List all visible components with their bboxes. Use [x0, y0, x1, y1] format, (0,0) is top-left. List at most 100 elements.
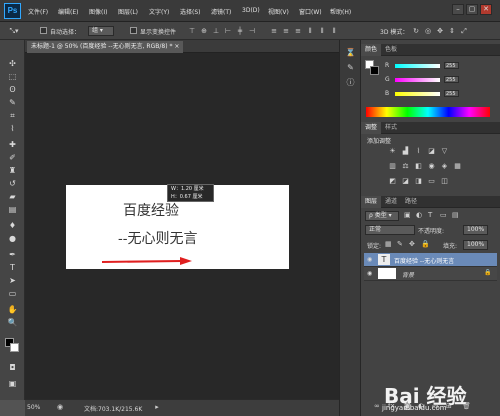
canvas-text-line2[interactable]: --无心则无言	[118, 228, 197, 248]
visibility-eye-icon[interactable]: ◉	[367, 270, 372, 277]
distribute-right-icon[interactable]: ⦀	[328, 26, 340, 36]
menu-filter[interactable]: 滤镜(T)	[211, 7, 231, 16]
filter-pixel-icon[interactable]: ▣	[404, 211, 411, 219]
exposure-adjust-icon[interactable]: ◪	[427, 147, 436, 155]
menu-help[interactable]: 帮助(H)	[330, 7, 351, 16]
pen-tool-icon[interactable]: ✒	[6, 249, 19, 260]
move-tool-icon[interactable]: ✣	[6, 58, 19, 69]
show-transform-checkbox[interactable]	[130, 27, 137, 34]
curves-adjust-icon[interactable]: ⌇	[414, 147, 423, 155]
document-tab[interactable]: 未标题-1 @ 50% (百度经验 --无心则无言, RGB/8) * ×	[27, 41, 184, 53]
minimize-button[interactable]: –	[452, 4, 464, 15]
tab-layers[interactable]: 图层	[361, 196, 382, 208]
zoom-level[interactable]: 50%	[27, 404, 40, 411]
posterize-adjust-icon[interactable]: ◪	[401, 177, 410, 185]
move-tool-preset-icon[interactable]: ⤡▾	[6, 26, 22, 36]
history-brush-tool-icon[interactable]: ↺	[6, 178, 19, 189]
color-balance-adjust-icon[interactable]: ⚖	[401, 162, 410, 170]
crop-tool-icon[interactable]: ⌗	[6, 110, 19, 121]
distribute-vcenter-icon[interactable]: ≡	[280, 26, 292, 36]
hue-saturation-adjust-icon[interactable]: ▥	[388, 162, 397, 170]
gradient-map-adjust-icon[interactable]: ▭	[427, 177, 436, 185]
background-color-swatch[interactable]	[10, 343, 19, 352]
threshold-adjust-icon[interactable]: ◨	[414, 177, 423, 185]
channel-b-slider[interactable]	[395, 92, 440, 96]
align-vcenter-icon[interactable]: ⊕	[198, 26, 210, 36]
restore-button[interactable]: ▢	[466, 4, 478, 15]
menu-image[interactable]: 图像(I)	[89, 7, 107, 16]
clone-stamp-tool-icon[interactable]: ♜	[6, 165, 19, 176]
blend-mode-dropdown[interactable]: 正常	[365, 225, 415, 235]
menu-window[interactable]: 窗口(W)	[299, 7, 322, 16]
distribute-bottom-icon[interactable]: ≡	[292, 26, 304, 36]
menu-file[interactable]: 文件(F)	[28, 7, 48, 16]
blur-tool-icon[interactable]: ♦	[6, 220, 19, 231]
lasso-tool-icon[interactable]: ʘ	[6, 84, 19, 95]
photo-filter-adjust-icon[interactable]: ◉	[427, 162, 436, 170]
menu-edit[interactable]: 编辑(E)	[58, 7, 78, 16]
align-right-icon[interactable]: ⊣	[246, 26, 258, 36]
screen-mode-icon[interactable]: ▣	[6, 378, 19, 389]
3d-pan-icon[interactable]: ✥	[434, 26, 446, 36]
vibrance-adjust-icon[interactable]: ▽	[440, 147, 449, 155]
selective-color-adjust-icon[interactable]: ◫	[440, 177, 449, 185]
lock-transparent-icon[interactable]: ▦	[385, 240, 392, 248]
marquee-tool-icon[interactable]: ⬚	[6, 71, 19, 82]
align-bottom-icon[interactable]: ⊥	[210, 26, 222, 36]
menu-select[interactable]: 选择(S)	[180, 7, 201, 16]
channel-b-value[interactable]: 255	[444, 90, 459, 97]
opacity-input[interactable]: 100%	[463, 225, 488, 235]
status-info-icon[interactable]: ◉	[55, 402, 65, 412]
distribute-top-icon[interactable]: ≡	[268, 26, 280, 36]
layer-row-background[interactable]: ◉ 背景 🔒	[364, 267, 497, 281]
eyedropper-tool-icon[interactable]: ⌇	[6, 123, 19, 134]
close-tab-icon[interactable]: ×	[174, 43, 179, 50]
filter-shape-icon[interactable]: ▭	[440, 211, 447, 219]
menu-layer[interactable]: 图层(L)	[118, 7, 138, 16]
path-select-tool-icon[interactable]: ➤	[6, 275, 19, 286]
channel-r-value[interactable]: 255	[444, 62, 459, 69]
filter-smart-icon[interactable]: ▤	[452, 211, 459, 219]
close-button[interactable]: ✕	[480, 4, 492, 15]
shape-tool-icon[interactable]: ▭	[6, 288, 19, 299]
dock-info-icon[interactable]: ⓘ	[344, 77, 357, 88]
dodge-tool-icon[interactable]: ●	[6, 233, 19, 244]
menu-type[interactable]: 文字(Y)	[149, 7, 169, 16]
brush-tool-icon[interactable]: ✐	[6, 152, 19, 163]
channel-r-slider[interactable]	[395, 64, 440, 68]
lock-all-icon[interactable]: 🔒	[421, 240, 430, 248]
lock-position-icon[interactable]: ✥	[409, 240, 415, 248]
tab-paths[interactable]: 路径	[401, 196, 421, 208]
tab-color[interactable]: 颜色	[361, 44, 382, 56]
auto-select-checkbox[interactable]	[40, 27, 47, 34]
3d-roll-icon[interactable]: ◎	[422, 26, 434, 36]
dock-properties-icon[interactable]: ✎	[344, 62, 357, 73]
status-menu-arrow-icon[interactable]: ▸	[152, 402, 162, 412]
layer-name[interactable]: 背景	[402, 270, 414, 279]
distribute-hcenter-icon[interactable]: ⦀	[316, 26, 328, 36]
invert-adjust-icon[interactable]: ◩	[388, 177, 397, 185]
channel-g-value[interactable]: 255	[444, 76, 459, 83]
brightness-adjust-icon[interactable]: ☀	[388, 147, 397, 155]
filter-adjust-icon[interactable]: ◐	[416, 211, 422, 219]
zoom-tool-icon[interactable]: 🔍	[6, 317, 19, 328]
tab-swatches[interactable]: 色板	[381, 44, 401, 56]
dock-history-icon[interactable]: ⌛	[344, 47, 357, 58]
distribute-left-icon[interactable]: ⦀	[304, 26, 316, 36]
layer-row-text[interactable]: ◉ T 百度经验 --无心则无言	[364, 253, 497, 267]
color-spectrum-bar[interactable]	[366, 107, 490, 117]
lock-pixels-icon[interactable]: ✎	[397, 240, 403, 248]
visibility-eye-icon[interactable]: ◉	[367, 256, 372, 263]
layer-filter-dropdown[interactable]: ρ 类型 ▾	[365, 211, 399, 221]
quick-select-tool-icon[interactable]: ✎	[6, 97, 19, 108]
color-panel-bg-swatch[interactable]	[370, 66, 379, 75]
layer-name[interactable]: 百度经验 --无心则无言	[394, 256, 454, 265]
menu-3d[interactable]: 3D(D)	[242, 7, 260, 14]
link-layers-icon[interactable]: ∞	[374, 402, 380, 410]
3d-slide-icon[interactable]: ⇕	[446, 26, 458, 36]
black-white-adjust-icon[interactable]: ◧	[414, 162, 423, 170]
menu-view[interactable]: 视图(V)	[268, 7, 289, 16]
tab-adjustments[interactable]: 调整	[361, 122, 382, 134]
eraser-tool-icon[interactable]: ▰	[6, 191, 19, 202]
channel-g-slider[interactable]	[395, 78, 440, 82]
